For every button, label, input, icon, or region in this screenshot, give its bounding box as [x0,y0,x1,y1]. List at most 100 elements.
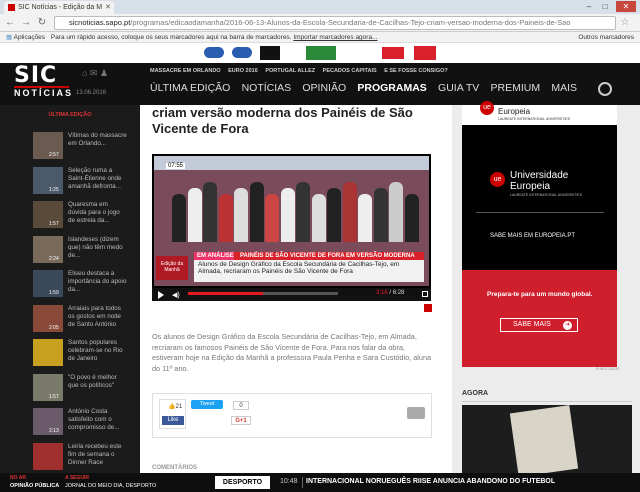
partner-logo-icon[interactable] [260,46,280,60]
sidebar-thumbnail[interactable] [33,339,63,366]
sidebar-item[interactable]: 1:25 Seleção ruma a Saint-Étienne onde am… [33,166,133,201]
sidebar-thumbnail[interactable]: 2:05 [33,304,63,332]
sidebar-thumbnail[interactable] [33,442,63,470]
sidebar-thumbnail[interactable]: 2:13 [33,408,63,435]
google-plus-share: 0 G+1 [229,399,255,429]
back-icon[interactable]: ← [4,17,16,29]
reload-icon[interactable]: ↻ [36,17,48,29]
bookmarks-apps[interactable]: Aplicações [14,34,45,41]
browser-tab[interactable]: SIC Notícias - Edição da M ✕ [4,1,114,14]
site-logo[interactable]: SIC NOTÍCIAS [14,63,71,98]
sidebar-item[interactable]: 2:13 António Costa satisfeito com o compr… [33,408,133,442]
sidebar-item-title[interactable]: Vítimas do massacre em Orlando... [68,132,128,148]
sidebar-item-title[interactable]: Eliseu destaca a importância do apoio da… [68,270,128,295]
sidebar-item[interactable]: 2:24 Islandeses (dizem que) não têm medo … [33,235,133,270]
star-icon[interactable]: ☆ [619,17,631,29]
partner-logo-icon[interactable] [232,47,252,58]
partner-logo-icon[interactable] [382,47,404,59]
ue-logo-icon: ue [490,172,505,187]
ad-label: PUBLICIDADE [596,367,620,371]
partner-logo-icon[interactable] [414,46,436,60]
logo-sic: SIC [14,63,58,88]
ticker-item[interactable]: PORTUGAL ALLEZ [265,68,315,74]
bottom-bar: NO AR OPINIÃO PÚBLICA A SEGUIR JORNAL DO… [0,473,640,492]
ad-title-line: Universidade [510,170,569,181]
sidebar-thumbnail[interactable]: 2:24 [33,235,63,263]
next-show[interactable]: JORNAL DO MEIO DIA, DESPORTO [65,483,156,489]
sidebar-item-title[interactable]: Leiria recebeu este fim de semana o Dinn… [68,443,128,468]
video-progress-bar[interactable] [188,292,338,295]
ticker-item[interactable]: PECADOS CAPITAIS [323,68,377,74]
sidebar-item-duration: 1:57 [49,393,59,400]
minimize-icon[interactable]: – [582,1,596,12]
apps-icon[interactable]: ▦ [6,34,12,41]
sidebar-item[interactable]: Santos populares celebram-se no Rio de J… [33,339,133,373]
sidebar-item[interactable]: 1:57 Quaresma em dúvida para o jogo de es… [33,201,133,235]
nav-ultima-edicao[interactable]: ÚLTIMA EDIÇÃO [150,82,230,94]
maximize-icon[interactable]: □ [598,1,612,12]
close-tab-icon[interactable]: ✕ [105,1,111,14]
sidebar-item-title[interactable]: Seleção ruma a Saint-Étienne onde amanhã… [68,167,128,192]
sidebar-item-title[interactable]: "O povo é melhor que os políticos" [68,374,128,390]
ad-sabe-mais-button[interactable]: SABE MAIS ➜ [500,318,578,332]
video-screen-projection [154,156,429,170]
sidebar-item-duration: 2:13 [49,428,59,434]
nav-programas[interactable]: PROGRAMAS [357,82,426,94]
forward-icon[interactable]: → [20,17,32,29]
other-bookmarks[interactable]: Outros marcadores [578,32,634,43]
sidebar-item[interactable]: 2:05 Arraiais para todos os gostos em noi… [33,304,133,339]
ad-more-link[interactable]: SABE MAIS EM EUROPEIA.PT [490,233,575,239]
nav-opiniao[interactable]: OPINIÃO [302,82,346,94]
nav-premium[interactable]: PREMIUM [491,82,541,94]
video-person [389,182,403,242]
sidebar-item-title[interactable]: Arraiais para todos os gostos em noite d… [68,305,128,330]
print-icon[interactable] [407,407,425,419]
google-plus-button[interactable]: G+1 [231,416,251,425]
sidebar-thumbnail[interactable]: 1:57 [33,201,63,228]
sic-badge-icon [424,304,432,312]
nav-mais[interactable]: MAIS [551,82,577,94]
video-controls: ◀) 3:16 / 6:28 [152,288,431,301]
partner-logo-icon[interactable] [204,47,224,58]
nav-noticias[interactable]: NOTÍCIAS [242,82,292,94]
sidebar-thumbnail[interactable]: 1:59 [33,270,63,297]
partner-logo-icon[interactable] [306,46,336,60]
video-person [218,194,233,242]
agora-image[interactable] [462,405,632,477]
sidebar-item-title[interactable]: António Costa satisfeito com o compromis… [68,408,128,433]
close-window-icon[interactable]: ✕ [616,1,636,12]
facebook-count: 👍21 [168,404,183,410]
sidebar-item-title[interactable]: Quaresma em dúvida para o jogo de estrei… [68,201,128,226]
play-icon[interactable] [158,291,164,299]
news-headline[interactable]: INTERNACIONAL NORUEGUÊS RIISE ANUNCIA AB… [306,478,555,485]
fullscreen-icon[interactable] [422,291,428,297]
ticker-item[interactable]: MASSACRE EM ORLANDO [150,68,221,74]
sidebar-item[interactable]: 2:57 Vítimas do massacre em Orlando... [33,132,133,166]
news-category[interactable]: DESPORTO [215,476,270,489]
search-icon[interactable] [598,82,612,96]
facebook-like-button[interactable]: Like [162,416,184,425]
import-bookmarks-link[interactable]: Importar marcadores agora... [293,34,377,41]
sidebar-item[interactable]: Leiria recebeu este fim de semana o Dinn… [33,442,133,477]
volume-icon[interactable]: ◀) [172,291,180,299]
social-icons[interactable]: ⌂ ✉ ♟ [82,68,108,79]
sidebar-item[interactable]: 1:57 "O povo é melhor que os políticos" [33,373,133,408]
nav-guia-tv[interactable]: GUIA TV [438,82,479,94]
sidebar-thumbnail[interactable]: 2:57 [33,132,63,159]
sidebar-thumbnail[interactable]: 1:57 [33,373,63,401]
sidebar-item-title[interactable]: Santos populares celebram-se no Rio de J… [68,339,128,364]
sidebar-item[interactable]: 1:59 Eliseu destaca a importância do apoi… [33,270,133,304]
tweet-button[interactable]: Tweet [191,400,223,409]
ticker-item[interactable]: E SE FOSSE CONSIGO? [384,68,448,74]
ticker-item[interactable]: EURO 2016 [228,68,258,74]
video-person [404,194,419,242]
ad-top-banner[interactable]: ue Europeia LAUREATE INTERNATIONAL UNIVE… [462,101,617,125]
on-air-show[interactable]: OPINIÃO PÚBLICA [10,483,59,489]
video-frame[interactable]: 07:55 Edição da Manhã PAINÉIS DE SÃO VIC… [154,156,429,286]
address-bar[interactable]: sicnoticias.sapo.pt/programas/edicaodama… [54,16,616,30]
video-person [280,188,295,242]
sidebar-item-title[interactable]: Islandeses (dizem que) não têm medo de..… [68,236,128,261]
news-time: 10:48 [280,478,298,485]
sidebar-thumbnail[interactable]: 1:25 [33,166,63,194]
site-date: 13.06.2016 [76,90,107,96]
